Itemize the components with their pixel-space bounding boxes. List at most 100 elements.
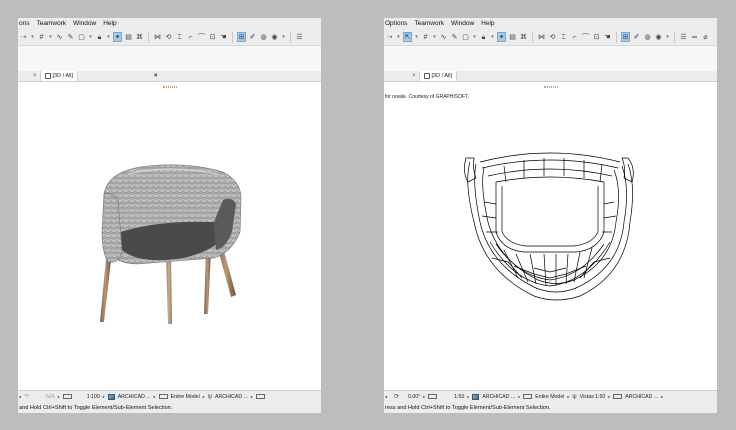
3d-grid-icon[interactable]: ⊞ xyxy=(621,32,630,42)
paint-icon[interactable]: ◍ xyxy=(259,32,268,42)
cross-icon[interactable]: ⌘ xyxy=(135,32,144,42)
dropdown-icon[interactable]: ▾ xyxy=(432,32,437,42)
close-tab-icon[interactable]: × xyxy=(30,73,40,79)
eye-icon[interactable]: ◉ xyxy=(270,32,279,42)
menu-teamwork[interactable]: Teamwork xyxy=(36,20,66,27)
pencil-icon[interactable]: ✎ xyxy=(66,32,75,42)
eraser-icon[interactable]: ⌀ xyxy=(701,32,710,42)
3d-grid-icon[interactable]: ⊞ xyxy=(237,32,246,42)
offset-icon[interactable]: ⌐ xyxy=(570,32,579,42)
menu-help[interactable]: Help xyxy=(481,20,494,27)
dropdown-icon[interactable]: ▸ xyxy=(661,394,663,399)
palette-area xyxy=(384,46,717,71)
hand-icon[interactable]: ☚ xyxy=(603,32,612,42)
pen-set[interactable]: Vistas 1:50 xyxy=(580,394,606,400)
dropdown-icon[interactable]: ▾ xyxy=(106,32,111,42)
magic-wand-icon[interactable]: ✦ xyxy=(113,32,122,42)
scale-value[interactable]: 1:100 xyxy=(87,394,100,400)
dropdown-icon[interactable]: ▸ xyxy=(423,394,425,399)
guide-line-icon[interactable]: ∿ xyxy=(439,32,448,42)
cross-icon[interactable]: ⌘ xyxy=(519,32,528,42)
mirror-icon[interactable]: ⌶ xyxy=(175,32,184,42)
dropdown-icon[interactable]: ▸ xyxy=(103,394,105,399)
brush-icon[interactable]: ✐ xyxy=(248,32,257,42)
menu-window[interactable]: Window xyxy=(73,20,96,27)
dropdown-icon[interactable]: ▾ xyxy=(88,32,93,42)
fillet-icon[interactable]: ⌒ xyxy=(197,32,206,42)
arrow-tool-icon[interactable]: ⇢ xyxy=(385,32,394,42)
dropdown-icon[interactable]: ▾ xyxy=(665,32,670,42)
close-tab-icon[interactable]: × xyxy=(409,73,419,79)
grid-snap-icon[interactable]: # xyxy=(37,32,46,42)
dropdown-icon[interactable]: ▾ xyxy=(281,32,286,42)
bow-tie-icon[interactable]: ⋈ xyxy=(537,32,546,42)
pointer-tool-icon[interactable]: ⇱ xyxy=(403,32,412,42)
scroll-left-icon[interactable]: ◂ xyxy=(385,394,387,399)
rotate-icon[interactable]: ⟲ xyxy=(164,32,173,42)
fillet-icon[interactable]: ⌒ xyxy=(581,32,590,42)
dropdown-icon[interactable]: ▸ xyxy=(203,394,205,399)
layers-panel-icon[interactable]: ☰ xyxy=(295,32,304,42)
tab-3d-all[interactable]: [3D / All] xyxy=(418,71,457,81)
hand-icon[interactable]: ☚ xyxy=(219,32,228,42)
tab-3d-all[interactable]: [3D / All] xyxy=(39,71,78,81)
rotate-icon[interactable]: ⟲ xyxy=(548,32,557,42)
menu-teamwork[interactable]: Teamwork xyxy=(414,20,444,27)
paint-icon[interactable]: ◍ xyxy=(643,32,652,42)
dimension-value[interactable]: N/A xyxy=(46,394,55,400)
dropdown-icon[interactable]: ▸ xyxy=(567,394,569,399)
model-view-option[interactable]: Entire Model xyxy=(171,394,200,400)
dropdown-icon[interactable]: ▸ xyxy=(467,394,469,399)
redo-icon[interactable]: ↷ xyxy=(24,393,29,400)
split-icon[interactable]: ⊡ xyxy=(592,32,601,42)
tab-bar: × [3D / All] × xyxy=(18,71,321,82)
guide-line-icon[interactable]: ∿ xyxy=(55,32,64,42)
split-icon[interactable]: ⊡ xyxy=(208,32,217,42)
pen-set[interactable]: ARCHICAD ... xyxy=(215,394,248,400)
dimension-standard[interactable]: ARCHICAD ... xyxy=(625,394,658,400)
layer-combo[interactable]: ARCHICAD ... xyxy=(482,394,515,400)
dropdown-icon[interactable]: ▸ xyxy=(154,394,156,399)
model-view-option[interactable]: Entire Model xyxy=(535,394,564,400)
rectangle-icon[interactable]: ▢ xyxy=(77,32,86,42)
3d-viewport[interactable]: for resale. Courtesy of GRAPHISOFT. xyxy=(384,82,717,390)
menu-help[interactable]: Help xyxy=(103,20,116,27)
dropdown-icon[interactable]: ▸ xyxy=(58,394,60,399)
bow-tie-icon[interactable]: ⋈ xyxy=(153,32,162,42)
3d-viewport[interactable] xyxy=(18,82,321,390)
dropdown-icon[interactable]: ▾ xyxy=(490,32,495,42)
layers-panel-icon[interactable]: ☰ xyxy=(679,32,688,42)
equals-icon[interactable]: ═ xyxy=(690,32,699,42)
eye-icon[interactable]: ◉ xyxy=(654,32,663,42)
scale-value[interactable]: 1:50 xyxy=(454,394,464,400)
layer-icon[interactable]: ▤ xyxy=(124,32,133,42)
magic-wand-icon[interactable]: ✦ xyxy=(497,32,506,42)
menu-options[interactable]: ons xyxy=(19,20,29,27)
offset-icon[interactable]: ⌐ xyxy=(186,32,195,42)
dropdown-icon[interactable]: ▾ xyxy=(48,32,53,42)
rectangle-icon[interactable]: ▢ xyxy=(461,32,470,42)
dimension-icon[interactable] xyxy=(255,394,265,399)
layer-combo[interactable]: ARCHICAD ... xyxy=(118,394,151,400)
brush-icon[interactable]: ✐ xyxy=(632,32,641,42)
hint-bar: and Hold Ctrl+Shift to Toggle Element/Su… xyxy=(18,402,321,413)
menu-options[interactable]: Options xyxy=(385,20,407,27)
lock-icon[interactable]: 🔒︎ xyxy=(479,32,488,42)
angle-value[interactable]: 0,00° xyxy=(408,394,420,400)
mirror-icon[interactable]: ⌶ xyxy=(559,32,568,42)
pencil-icon[interactable]: ✎ xyxy=(450,32,459,42)
arrow-tool-icon[interactable]: ⇢ xyxy=(19,32,28,42)
dropdown-icon[interactable]: ▸ xyxy=(608,394,610,399)
dropdown-icon[interactable]: ▾ xyxy=(30,32,35,42)
menu-window[interactable]: Window xyxy=(451,20,474,27)
dropdown-icon[interactable]: ▾ xyxy=(414,32,419,42)
layer-icon[interactable]: ▤ xyxy=(508,32,517,42)
close-icon[interactable]: × xyxy=(154,73,158,79)
grid-snap-icon[interactable]: # xyxy=(421,32,430,42)
lock-icon[interactable]: 🔒︎ xyxy=(95,32,104,42)
scroll-left-icon[interactable]: ◂ xyxy=(19,394,21,399)
dropdown-icon[interactable]: ▾ xyxy=(472,32,477,42)
dropdown-icon[interactable]: ▸ xyxy=(251,394,253,399)
dropdown-icon[interactable]: ▾ xyxy=(396,32,401,42)
dropdown-icon[interactable]: ▸ xyxy=(518,394,520,399)
